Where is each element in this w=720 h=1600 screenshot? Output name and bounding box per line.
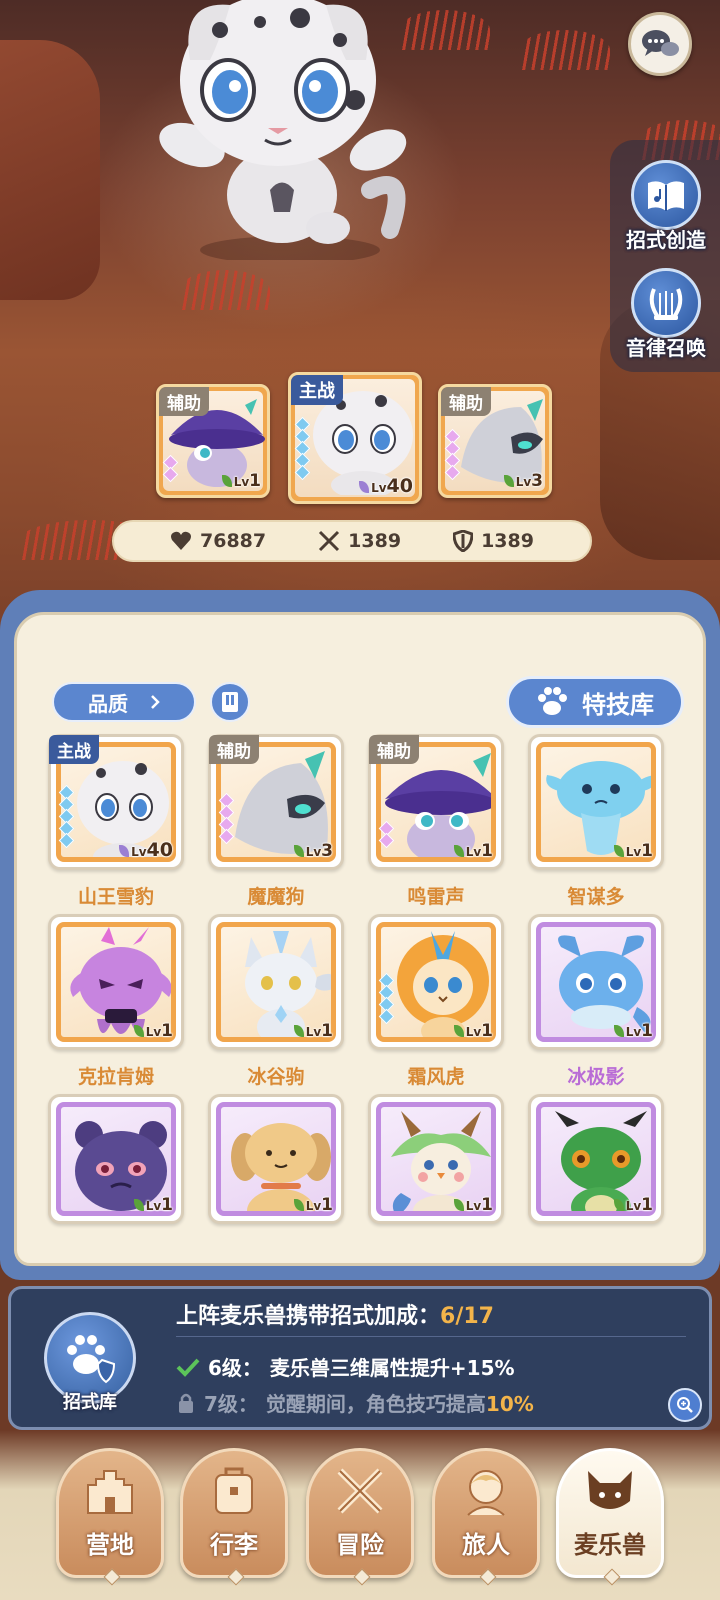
traveler-icon bbox=[467, 1470, 505, 1516]
pet-name: 克拉肯姆 bbox=[77, 1066, 154, 1088]
role-tag: 辅助 bbox=[159, 387, 209, 416]
pet-card[interactable]: Lv1 bbox=[368, 1094, 504, 1224]
nav-traveler[interactable]: 旅人 bbox=[432, 1448, 540, 1586]
defense-stat: 1389 bbox=[453, 530, 534, 552]
side-button-label: 招式创造 bbox=[626, 228, 706, 252]
role-tag: 辅助 bbox=[209, 735, 259, 764]
shield-icon bbox=[453, 530, 474, 552]
role-tag: 辅助 bbox=[369, 735, 419, 764]
chat-bubbles-icon bbox=[642, 30, 679, 56]
crossed-swords-icon bbox=[319, 530, 340, 552]
paw-icon bbox=[538, 687, 567, 715]
grass-decoration bbox=[180, 270, 270, 310]
handbook-icon bbox=[222, 692, 238, 712]
pet-card[interactable]: Lv1 bbox=[528, 914, 664, 1050]
role-tag: 主战 bbox=[49, 735, 99, 764]
level-label: Lv3 bbox=[293, 841, 333, 861]
nav-camp[interactable]: 营地 bbox=[56, 1448, 164, 1586]
pet-name: 智谋多 bbox=[567, 886, 625, 908]
snow-leopard-pet[interactable] bbox=[150, 0, 430, 260]
team-slot-main[interactable]: 主战 Lv40 bbox=[288, 372, 422, 504]
pet-card[interactable]: Lv1 bbox=[528, 734, 664, 870]
level-label: Lv1 bbox=[293, 1021, 333, 1041]
rock-decoration bbox=[0, 40, 100, 300]
bonus-progress: 6/17 bbox=[440, 1304, 494, 1329]
star-rank bbox=[444, 428, 461, 481]
level-label: Lv1 bbox=[221, 471, 261, 491]
cat-face-icon bbox=[588, 1471, 632, 1509]
pet-name: 山王雪豹 bbox=[77, 886, 154, 908]
zoom-detail-button[interactable] bbox=[668, 1388, 702, 1422]
side-button-label: 音律召唤 bbox=[626, 336, 706, 360]
star-rank bbox=[58, 784, 75, 849]
level-label: Lv40 bbox=[359, 475, 413, 497]
lock-icon bbox=[179, 1393, 193, 1413]
pet-name: 鸣雷声 bbox=[407, 886, 465, 908]
skill-library-button[interactable]: 特技库 bbox=[506, 676, 684, 728]
pet-name: 冰谷驹 bbox=[247, 1066, 305, 1088]
bonus-title: 上阵麦乐兽携带招式加成：6/17 bbox=[176, 1304, 494, 1329]
nav-pets[interactable]: 麦乐兽 bbox=[556, 1448, 664, 1586]
level-label: Lv1 bbox=[613, 1021, 653, 1041]
grass-decoration bbox=[520, 30, 610, 70]
level-label: Lv1 bbox=[453, 1021, 493, 1041]
team-stats-bar: 76887 1389 1389 bbox=[112, 520, 592, 562]
star-rank bbox=[378, 972, 395, 1025]
level-label: Lv40 bbox=[119, 839, 173, 861]
level-label: Lv1 bbox=[453, 1195, 493, 1215]
level-label: Lv1 bbox=[293, 1195, 333, 1215]
move-library-label: 招式库 bbox=[63, 1392, 117, 1413]
pet-card[interactable]: 主战 Lv40 bbox=[48, 734, 184, 870]
crossed-swords-icon bbox=[337, 1468, 383, 1514]
nav-adventure[interactable]: 冒险 bbox=[306, 1448, 414, 1586]
check-icon bbox=[176, 1358, 200, 1377]
chevron-right-icon bbox=[151, 695, 160, 709]
pet-card[interactable]: Lv1 bbox=[368, 914, 504, 1050]
lyre-icon bbox=[631, 268, 701, 338]
star-rank bbox=[218, 792, 235, 845]
paw-shield-icon bbox=[67, 1335, 116, 1384]
role-tag: 主战 bbox=[291, 375, 343, 405]
bonus-level-7: 7级： 觉醒期间，角色技巧提高10% bbox=[176, 1388, 534, 1417]
book-music-icon bbox=[631, 160, 701, 230]
pet-name: 魔魔狗 bbox=[247, 886, 305, 908]
pet-name: 冰极影 bbox=[567, 1066, 625, 1088]
backpack-icon bbox=[215, 1467, 253, 1514]
star-rank bbox=[294, 416, 311, 481]
pet-card[interactable]: Lv1 bbox=[48, 914, 184, 1050]
level-label: Lv1 bbox=[613, 1195, 653, 1215]
melody-summon-button[interactable]: 音律召唤 bbox=[612, 268, 720, 361]
star-rank bbox=[162, 454, 179, 483]
castle-icon bbox=[87, 1470, 133, 1514]
move-creation-button[interactable]: 招式创造 bbox=[612, 160, 720, 253]
pet-name: 霜风虎 bbox=[407, 1066, 465, 1088]
level-label: Lv1 bbox=[133, 1021, 173, 1041]
role-tag: 辅助 bbox=[441, 387, 491, 416]
bonus-level-6: 6级： 麦乐兽三维属性提升+15% bbox=[176, 1352, 515, 1381]
attack-stat: 1389 bbox=[318, 530, 401, 552]
level-label: Lv3 bbox=[503, 471, 543, 491]
chat-button[interactable] bbox=[628, 12, 692, 76]
pet-card[interactable]: Lv1 bbox=[528, 1094, 664, 1224]
nav-luggage[interactable]: 行李 bbox=[180, 1448, 288, 1586]
quality-filter-button[interactable]: 品质 bbox=[52, 682, 196, 722]
magnifier-icon bbox=[677, 1397, 693, 1413]
star-rank bbox=[378, 820, 395, 849]
pet-card[interactable]: Lv1 bbox=[48, 1094, 184, 1224]
hp-stat: 76887 bbox=[170, 530, 266, 552]
pet-card[interactable]: 辅助 Lv1 bbox=[368, 734, 504, 870]
team-slot-assist-2[interactable]: 辅助 Lv3 bbox=[438, 384, 552, 498]
skill-library-label: 特技库 bbox=[582, 690, 654, 719]
heart-icon bbox=[171, 531, 192, 550]
pet-card[interactable]: Lv1 bbox=[208, 914, 344, 1050]
pet-card[interactable]: Lv1 bbox=[208, 1094, 344, 1224]
quality-filter-label: 品质 bbox=[88, 691, 128, 716]
handbook-button[interactable] bbox=[210, 682, 250, 722]
level-label: Lv1 bbox=[133, 1195, 173, 1215]
divider bbox=[176, 1336, 686, 1337]
pet-card[interactable]: 辅助 Lv3 bbox=[208, 734, 344, 870]
team-slot-assist-1[interactable]: 辅助 Lv1 bbox=[156, 384, 270, 498]
level-label: Lv1 bbox=[453, 841, 493, 861]
level-label: Lv1 bbox=[613, 841, 653, 861]
